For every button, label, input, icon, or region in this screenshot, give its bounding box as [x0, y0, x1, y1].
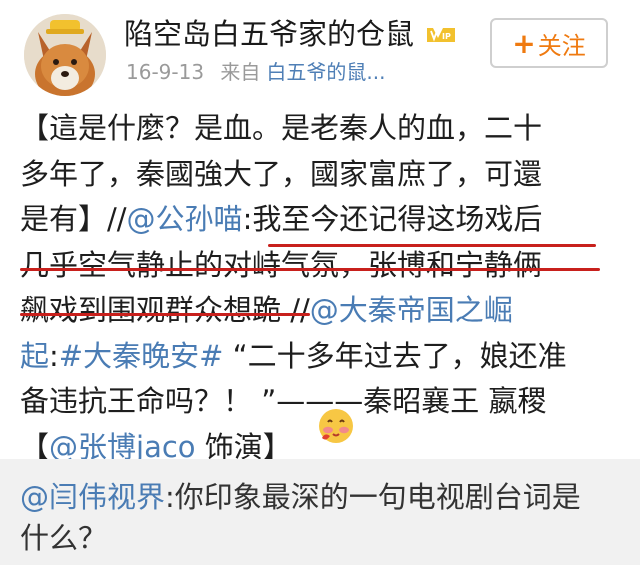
- content-text: 是有】//: [20, 202, 127, 236]
- repost-line: @闫伟视界:你印象最深的一句电视剧台词是: [20, 477, 620, 518]
- content-line: 【這是什麼？是血。是老秦人的血，二十: [20, 111, 543, 145]
- post-meta: 16-9-13 来自 白五爷的鼠...: [126, 58, 386, 86]
- weibo-post: 陷空岛白五爷家的仓鼠 IP 16-9-13 来自 白五爷的鼠... + 关注 【這…: [0, 0, 640, 464]
- mention-link[interactable]: @闫伟视界: [20, 480, 165, 514]
- repost-text: @闫伟视界:你印象最深的一句电视剧台词是 什么？: [20, 477, 620, 559]
- content-text: :: [49, 338, 59, 373]
- mention-link[interactable]: @公孙喵: [127, 202, 243, 236]
- highlight-underline: [20, 268, 600, 271]
- repost-content: :你印象最深的一句电视剧台词是: [165, 480, 581, 514]
- follow-button[interactable]: + 关注: [490, 18, 608, 68]
- topic-link[interactable]: #大秦晚安#: [59, 339, 224, 373]
- highlight-underline: [20, 313, 310, 316]
- content-line: 是有】//@公孙喵:我至今还记得这场戏后: [20, 197, 624, 243]
- plus-icon: +: [512, 26, 536, 60]
- svg-text:IP: IP: [442, 32, 451, 41]
- vip-icon: IP: [424, 24, 458, 46]
- fox-avatar-icon: [24, 14, 106, 96]
- highlighted-text: :我至今还记得这场戏后: [242, 202, 543, 236]
- repost-line: 什么？: [20, 521, 108, 555]
- repost-box[interactable]: @闫伟视界:你印象最深的一句电视剧台词是 什么？: [0, 459, 640, 565]
- content-line: 飙戏到围观群众想跪 //@大秦帝国之崛: [20, 288, 624, 334]
- mention-link[interactable]: 起: [20, 339, 49, 373]
- highlight-underline: [268, 244, 596, 247]
- source-prefix: 来自: [220, 60, 261, 84]
- mention-link[interactable]: @大秦帝国之崛: [310, 293, 513, 327]
- content-line: 多年了，秦國強大了，國家富庶了，可還: [20, 156, 543, 191]
- highlighted-text: 几乎空气静止的对峙气氛，张博和宁静俩: [20, 247, 543, 282]
- content-text: “二十多年过去了，娘还准: [223, 338, 567, 373]
- follow-label: 关注: [537, 31, 586, 60]
- content-line: 起:#大秦晚安# “二十多年过去了，娘还准: [20, 334, 624, 380]
- blushing-face-emoji: [316, 406, 356, 446]
- highlighted-text: 飙戏到围观群众想跪: [20, 293, 282, 327]
- post-date: 16-9-13: [126, 60, 205, 84]
- user-name[interactable]: 陷空岛白五爷家的仓鼠: [124, 14, 414, 54]
- content-text: //: [281, 293, 310, 327]
- source-link[interactable]: 白五爷的鼠...: [266, 60, 385, 84]
- avatar[interactable]: [24, 14, 106, 96]
